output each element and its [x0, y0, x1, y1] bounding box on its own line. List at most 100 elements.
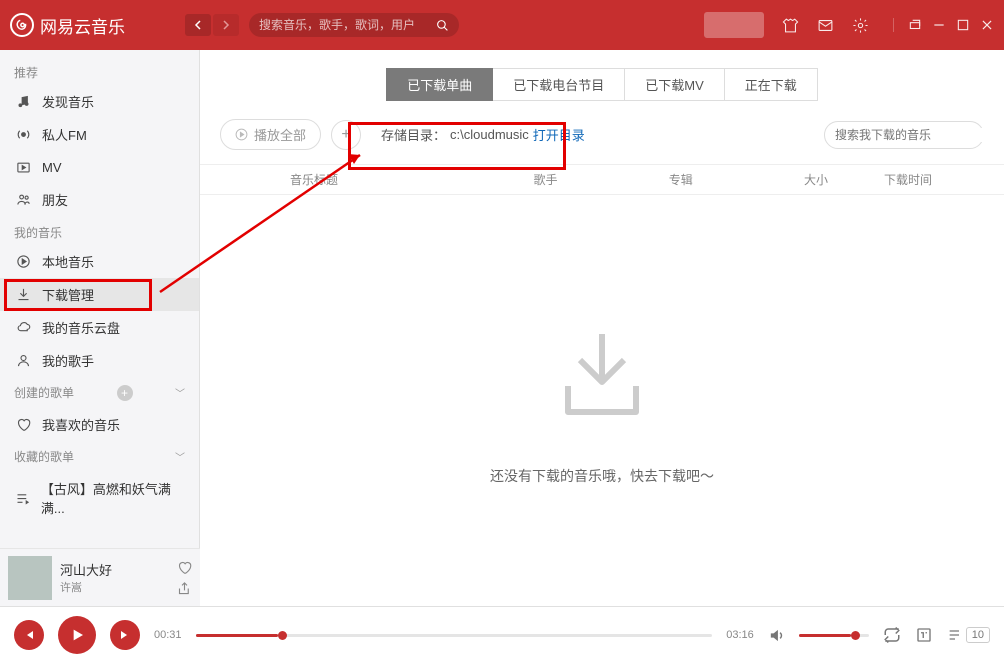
sidebar-item-label: 本地音乐: [42, 252, 94, 271]
progress-bar[interactable]: [196, 634, 713, 637]
playlist-count: 10: [966, 627, 990, 643]
player-bar: 00:31 03:16 10: [0, 606, 1004, 663]
music-note-icon: [14, 93, 32, 111]
sidebar-item-cloud[interactable]: 我的音乐云盘: [0, 311, 199, 344]
app-header: 网易云音乐: [0, 0, 1004, 50]
volume-bar[interactable]: [799, 634, 869, 637]
section-collected-playlist[interactable]: 收藏的歌单 ﹀: [0, 441, 199, 472]
skin-icon[interactable]: [782, 17, 799, 34]
minimize-icon[interactable]: [932, 18, 946, 32]
sidebar: 推荐 发现音乐 私人FM MV 朋友 我的音乐 本地音乐 下载管理 我的音乐云: [0, 50, 200, 606]
loop-icon[interactable]: [883, 626, 901, 644]
col-artist: 歌手: [533, 171, 668, 188]
track-title: 河山大好: [60, 560, 169, 579]
cloud-icon: [14, 319, 32, 337]
play-all-button[interactable]: 播放全部: [220, 119, 321, 150]
sidebar-item-friends[interactable]: 朋友: [0, 183, 199, 216]
sidebar-item-label: 朋友: [42, 190, 68, 209]
sidebar-item-label: 我的歌手: [42, 351, 94, 370]
netease-logo-icon: [10, 13, 34, 37]
sidebar-item-label: 发现音乐: [42, 92, 94, 111]
play-icon: [235, 128, 248, 141]
settings-icon[interactable]: [852, 17, 869, 34]
tab-downloaded-radio[interactable]: 已下载电台节目: [493, 68, 625, 101]
mail-icon[interactable]: [817, 17, 834, 34]
nav-back-button[interactable]: [185, 14, 211, 36]
sidebar-item-liked[interactable]: 我喜欢的音乐: [0, 408, 199, 441]
window-controls: [893, 18, 994, 32]
section-created-playlist[interactable]: 创建的歌单 + ﹀: [0, 377, 199, 408]
col-size: 大小: [804, 171, 884, 188]
section-label: 收藏的歌单: [14, 448, 74, 465]
sidebar-item-artists[interactable]: 我的歌手: [0, 344, 199, 377]
search-icon: [436, 19, 449, 32]
prev-button[interactable]: [14, 620, 44, 650]
empty-state: 还没有下载的音乐哦，快去下载吧～: [200, 195, 1004, 606]
next-button[interactable]: [110, 620, 140, 650]
add-button[interactable]: +: [331, 120, 361, 150]
play-all-label: 播放全部: [254, 125, 306, 144]
user-avatar-box[interactable]: [704, 12, 764, 38]
play-button[interactable]: [58, 616, 96, 654]
section-mymusic: 我的音乐: [0, 216, 199, 245]
volume-fill: [799, 634, 852, 637]
now-playing-card[interactable]: 河山大好 许嵩: [0, 548, 200, 606]
close-icon[interactable]: [980, 18, 994, 32]
sidebar-item-label: 我喜欢的音乐: [42, 415, 120, 434]
friends-icon: [14, 191, 32, 209]
playlist-button[interactable]: 10: [947, 627, 990, 643]
tab-downloaded-mv[interactable]: 已下载MV: [625, 68, 725, 101]
sidebar-item-label: 下载管理: [42, 285, 94, 304]
chevron-down-icon: ﹀: [175, 385, 185, 400]
time-duration: 03:16: [726, 629, 754, 641]
download-search-input[interactable]: [835, 128, 990, 142]
col-index: [200, 171, 280, 188]
storage-info: 存储目录： c:\cloudmusic 打开目录: [371, 119, 595, 150]
toolbar: 播放全部 + 存储目录： c:\cloudmusic 打开目录: [200, 101, 1004, 164]
sidebar-item-fm[interactable]: 私人FM: [0, 118, 199, 151]
mini-mode-icon[interactable]: [908, 18, 922, 32]
progress-thumb[interactable]: [278, 631, 287, 640]
sidebar-item-playlist1[interactable]: 【古风】高燃和妖气满满...: [0, 472, 199, 524]
download-search[interactable]: [824, 121, 984, 149]
open-directory-link[interactable]: 打开目录: [533, 125, 585, 144]
add-playlist-icon[interactable]: +: [117, 385, 133, 401]
global-search[interactable]: [249, 13, 459, 37]
section-label: 创建的歌单: [14, 384, 74, 401]
track-info: 河山大好 许嵩: [60, 560, 169, 595]
maximize-icon[interactable]: [956, 18, 970, 32]
lyrics-icon[interactable]: [915, 626, 933, 644]
sidebar-item-label: 我的音乐云盘: [42, 318, 120, 337]
tab-downloading[interactable]: 正在下载: [725, 68, 818, 101]
sidebar-item-discover[interactable]: 发现音乐: [0, 85, 199, 118]
empty-text: 还没有下载的音乐哦，快去下载吧～: [490, 466, 714, 486]
nav-forward-button[interactable]: [213, 14, 239, 36]
app-name: 网易云音乐: [40, 13, 125, 38]
storage-label: 存储目录：: [381, 125, 446, 144]
radio-icon: [14, 126, 32, 144]
album-cover: [8, 556, 52, 600]
tab-downloaded-songs[interactable]: 已下载单曲: [386, 68, 493, 101]
playlist-icon: [14, 489, 31, 507]
playlist-icon: [947, 627, 963, 643]
header-right: [704, 12, 994, 38]
table-header: 音乐标题 歌手 专辑 大小 下载时间: [200, 164, 1004, 195]
main-content: 已下载单曲 已下载电台节目 已下载MV 正在下载 播放全部 + 存储目录： c:…: [200, 50, 1004, 606]
share-icon[interactable]: [177, 581, 192, 596]
sidebar-item-mv[interactable]: MV: [0, 151, 199, 183]
app-logo: 网易云音乐: [10, 13, 125, 38]
sidebar-item-local[interactable]: 本地音乐: [0, 245, 199, 278]
volume-icon[interactable]: [768, 627, 785, 644]
sidebar-item-label: 【古风】高燃和妖气满满...: [41, 479, 185, 517]
download-empty-icon: [542, 316, 662, 436]
local-music-icon: [14, 253, 32, 271]
like-icon[interactable]: [177, 560, 192, 575]
search-input[interactable]: [259, 18, 436, 32]
heart-icon: [14, 416, 32, 434]
chevron-down-icon: ﹀: [175, 449, 185, 464]
track-artist: 许嵩: [60, 579, 169, 595]
sidebar-item-download[interactable]: 下载管理: [0, 278, 199, 311]
download-tabs: 已下载单曲 已下载电台节目 已下载MV 正在下载: [200, 68, 1004, 101]
col-title: 音乐标题: [280, 171, 533, 188]
volume-thumb[interactable]: [851, 631, 860, 640]
